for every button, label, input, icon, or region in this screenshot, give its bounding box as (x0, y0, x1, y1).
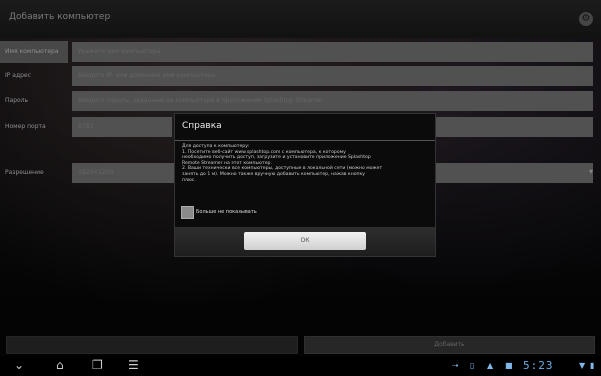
alert-icon: ▲ (487, 361, 494, 370)
menu-icon[interactable]: ☰ (128, 358, 139, 372)
system-navigation-bar: ⌄ ⌂ ❐ ☰ ⇢ ▯ ▲ ■ 5:23 ▼ ▮ (0, 356, 601, 376)
dialog-title: Справка (182, 121, 222, 131)
dont-show-checkbox[interactable] (181, 206, 194, 219)
dialog-body-line: плюс. (182, 177, 196, 183)
usb-icon: ⇢ (452, 361, 459, 370)
sd-card-icon: ▯ (470, 361, 475, 370)
dialog-button-bar: ОК (175, 227, 435, 256)
wifi-icon: ▼ (579, 361, 586, 370)
help-dialog: Справка Для доступа к компьютеру: 1. Пос… (174, 113, 436, 257)
battery-icon: ▮ (590, 361, 595, 370)
recent-apps-icon[interactable]: ❐ (92, 358, 103, 372)
ok-button[interactable]: ОК (244, 232, 366, 250)
clock: 5:23 (523, 359, 554, 372)
dont-show-label: Больше не показывать (196, 209, 257, 215)
dialog-body: Для доступа к компьютеру: 1. Посетите ве… (182, 144, 428, 183)
back-icon[interactable]: ⌄ (14, 358, 24, 372)
screenshot-icon: ■ (505, 361, 513, 370)
home-icon[interactable]: ⌂ (56, 358, 64, 372)
dialog-divider (175, 140, 435, 141)
